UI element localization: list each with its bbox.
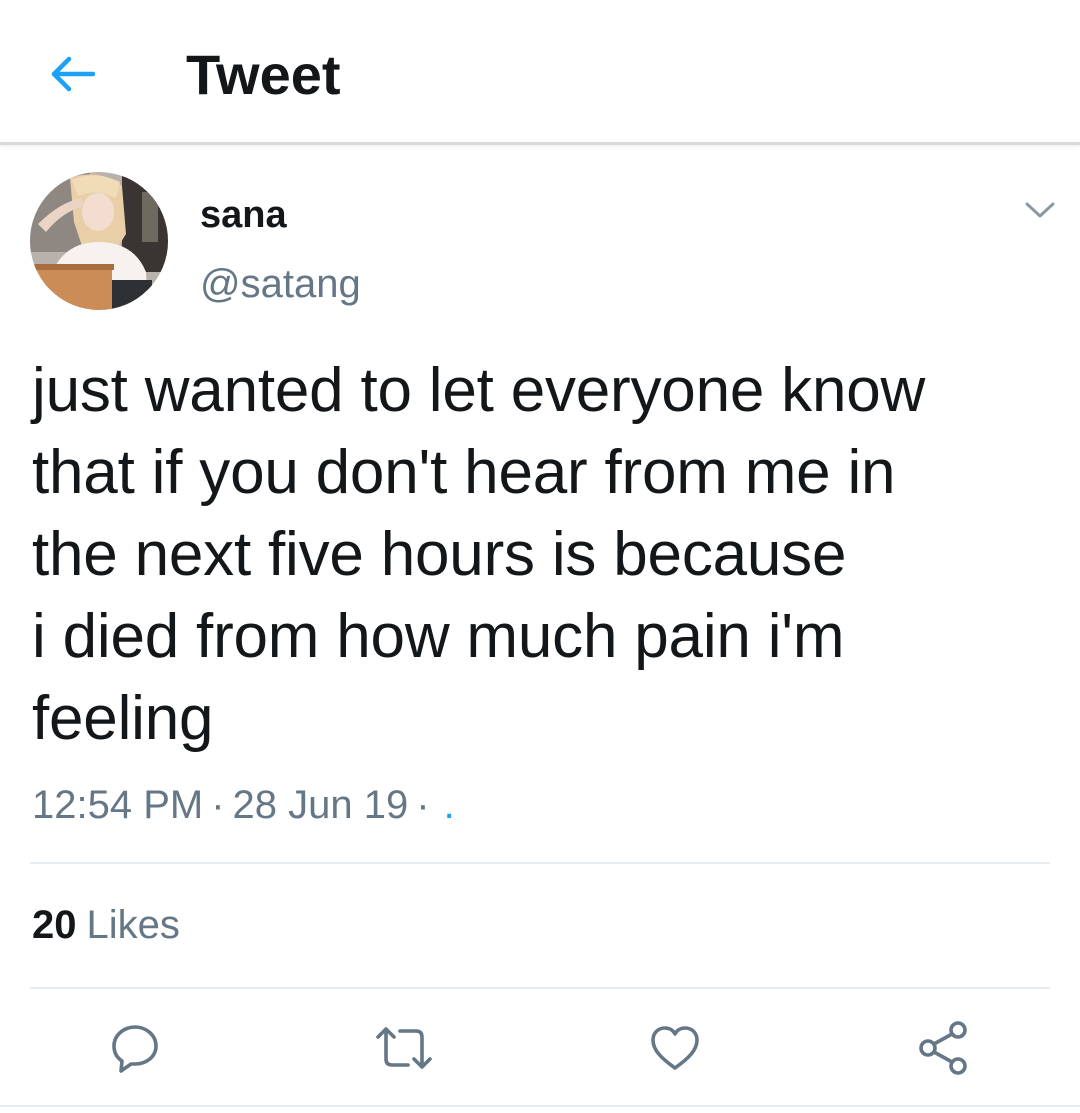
tweet-date: 28 Jun 19: [232, 783, 409, 827]
divider: [30, 862, 1050, 864]
tweet-time: 12:54 PM: [32, 783, 204, 827]
likes-stat[interactable]: 20 Likes: [32, 900, 180, 950]
app-header: Tweet: [0, 0, 1080, 145]
back-arrow-icon: [51, 56, 95, 92]
heart-icon: [651, 1026, 699, 1070]
retweet-button[interactable]: [374, 1018, 434, 1078]
chevron-down-icon: [1025, 202, 1055, 218]
separator-dot: ·: [416, 783, 430, 827]
reply-button[interactable]: [105, 1018, 165, 1078]
user-handle[interactable]: @satang: [200, 260, 361, 308]
like-button[interactable]: [645, 1018, 705, 1078]
tweet-metadata: 12:54 PM · 28 Jun 19 ·.: [32, 780, 455, 830]
page-title: Tweet: [186, 43, 341, 106]
separator-dot: ·: [211, 783, 225, 827]
share-icon: [919, 1021, 967, 1075]
tweet-source-link[interactable]: .: [438, 783, 455, 827]
divider: [30, 987, 1050, 989]
likes-label: Likes: [86, 903, 180, 947]
likes-count: 20: [32, 903, 77, 947]
more-options-button[interactable]: [1018, 192, 1062, 228]
back-button[interactable]: [44, 46, 100, 102]
reply-icon: [112, 1025, 158, 1073]
tweet-text: just wanted to let everyone know that if…: [32, 356, 926, 753]
share-button[interactable]: [914, 1018, 974, 1078]
action-bar: [0, 1010, 1080, 1080]
retweet-icon: [376, 1027, 432, 1069]
display-name[interactable]: sana: [200, 192, 287, 238]
avatar[interactable]: [30, 172, 168, 310]
bottom-divider: [0, 1105, 1080, 1107]
